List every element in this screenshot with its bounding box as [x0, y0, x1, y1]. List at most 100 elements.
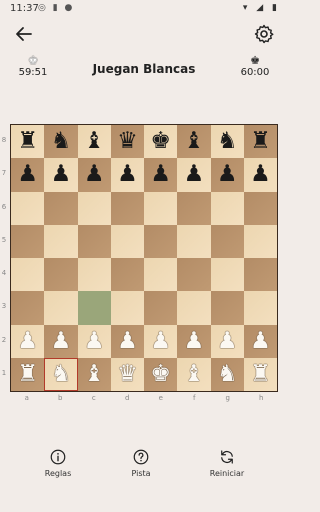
white-piece-h1[interactable]: ♜	[250, 362, 271, 386]
square-a8[interactable]: ♜	[11, 125, 45, 159]
square-c4[interactable]	[77, 258, 111, 292]
square-h2[interactable]: ♟	[243, 324, 277, 358]
square-g2[interactable]: ♟	[210, 324, 244, 358]
white-piece-c1[interactable]: ♝	[84, 362, 105, 386]
square-b3[interactable]	[44, 291, 78, 325]
square-f4[interactable]	[177, 258, 211, 292]
square-f2[interactable]: ♟	[177, 324, 211, 358]
square-c8[interactable]: ♝	[77, 125, 111, 159]
black-piece-b8[interactable]: ♞	[51, 130, 72, 153]
square-g1[interactable]: ♞	[210, 357, 244, 391]
square-f3[interactable]	[177, 291, 211, 325]
square-b5[interactable]	[44, 224, 78, 258]
white-piece-e1[interactable]: ♚	[150, 362, 171, 386]
square-f5[interactable]	[177, 224, 211, 258]
square-b6[interactable]	[44, 191, 78, 225]
square-e6[interactable]	[144, 191, 178, 225]
black-piece-h7[interactable]: ♟	[250, 163, 271, 186]
square-g3[interactable]	[210, 291, 244, 325]
square-b2[interactable]: ♟	[44, 324, 78, 358]
square-a7[interactable]: ♟	[11, 158, 45, 192]
square-a3[interactable]	[11, 291, 45, 325]
black-piece-g7[interactable]: ♟	[217, 163, 238, 186]
square-e8[interactable]: ♚	[144, 125, 178, 159]
black-piece-a8[interactable]: ♜	[17, 130, 38, 153]
square-g5[interactable]	[210, 224, 244, 258]
white-piece-a1[interactable]: ♜	[17, 362, 38, 386]
square-h7[interactable]: ♟	[243, 158, 277, 192]
white-piece-g2[interactable]: ♟	[217, 329, 238, 353]
square-d1[interactable]: ♛	[110, 357, 144, 391]
square-g4[interactable]	[210, 258, 244, 292]
hint-button[interactable]: Pista	[111, 448, 171, 478]
square-a1[interactable]: ♜	[11, 357, 45, 391]
square-c6[interactable]	[77, 191, 111, 225]
square-h5[interactable]	[243, 224, 277, 258]
square-g6[interactable]	[210, 191, 244, 225]
square-d7[interactable]: ♟	[110, 158, 144, 192]
square-d5[interactable]	[110, 224, 144, 258]
rules-button[interactable]: Reglas	[28, 448, 88, 478]
white-piece-g1[interactable]: ♞	[217, 362, 238, 386]
square-d6[interactable]	[110, 191, 144, 225]
white-piece-f1[interactable]: ♝	[184, 362, 205, 386]
square-d4[interactable]	[110, 258, 144, 292]
square-c2[interactable]: ♟	[77, 324, 111, 358]
black-piece-f7[interactable]: ♟	[184, 163, 205, 186]
black-piece-d7[interactable]: ♟	[117, 163, 138, 186]
square-a5[interactable]	[11, 224, 45, 258]
black-piece-c7[interactable]: ♟	[84, 163, 105, 186]
square-h3[interactable]	[243, 291, 277, 325]
square-g7[interactable]: ♟	[210, 158, 244, 192]
black-piece-a7[interactable]: ♟	[17, 163, 38, 186]
black-piece-g8[interactable]: ♞	[217, 130, 238, 153]
square-d3[interactable]	[110, 291, 144, 325]
white-piece-c2[interactable]: ♟	[84, 329, 105, 353]
black-piece-h8[interactable]: ♜	[250, 130, 271, 153]
square-c1[interactable]: ♝	[77, 357, 111, 391]
white-piece-b2[interactable]: ♟	[51, 329, 72, 353]
square-b1[interactable]: ♞	[44, 357, 78, 391]
white-piece-b1[interactable]: ♞	[51, 362, 72, 386]
square-c5[interactable]	[77, 224, 111, 258]
square-e5[interactable]	[144, 224, 178, 258]
square-f7[interactable]: ♟	[177, 158, 211, 192]
square-e3[interactable]	[144, 291, 178, 325]
square-e7[interactable]: ♟	[144, 158, 178, 192]
square-d2[interactable]: ♟	[110, 324, 144, 358]
black-piece-d8[interactable]: ♛	[117, 130, 138, 153]
square-b8[interactable]: ♞	[44, 125, 78, 159]
square-e1[interactable]: ♚	[144, 357, 178, 391]
square-h1[interactable]: ♜	[243, 357, 277, 391]
square-b4[interactable]	[44, 258, 78, 292]
square-f8[interactable]: ♝	[177, 125, 211, 159]
white-piece-h2[interactable]: ♟	[250, 329, 271, 353]
square-h6[interactable]	[243, 191, 277, 225]
white-piece-f2[interactable]: ♟	[184, 329, 205, 353]
white-piece-d1[interactable]: ♛	[117, 362, 138, 386]
black-piece-c8[interactable]: ♝	[84, 130, 105, 153]
black-piece-b7[interactable]: ♟	[51, 163, 72, 186]
square-a4[interactable]	[11, 258, 45, 292]
square-c3[interactable]	[77, 291, 111, 325]
square-f6[interactable]	[177, 191, 211, 225]
white-piece-e2[interactable]: ♟	[150, 329, 171, 353]
black-piece-f8[interactable]: ♝	[184, 130, 205, 153]
square-f1[interactable]: ♝	[177, 357, 211, 391]
black-piece-e7[interactable]: ♟	[150, 163, 171, 186]
restart-button[interactable]: Reiniciar	[197, 448, 257, 478]
settings-button[interactable]	[252, 22, 276, 46]
square-c7[interactable]: ♟	[77, 158, 111, 192]
square-g8[interactable]: ♞	[210, 125, 244, 159]
white-piece-a2[interactable]: ♟	[17, 329, 38, 353]
square-h4[interactable]	[243, 258, 277, 292]
square-a6[interactable]	[11, 191, 45, 225]
black-piece-e8[interactable]: ♚	[150, 130, 171, 153]
square-h8[interactable]: ♜	[243, 125, 277, 159]
back-button[interactable]	[12, 22, 36, 46]
square-a2[interactable]: ♟	[11, 324, 45, 358]
square-d8[interactable]: ♛	[110, 125, 144, 159]
white-piece-d2[interactable]: ♟	[117, 329, 138, 353]
square-e2[interactable]: ♟	[144, 324, 178, 358]
square-e4[interactable]	[144, 258, 178, 292]
